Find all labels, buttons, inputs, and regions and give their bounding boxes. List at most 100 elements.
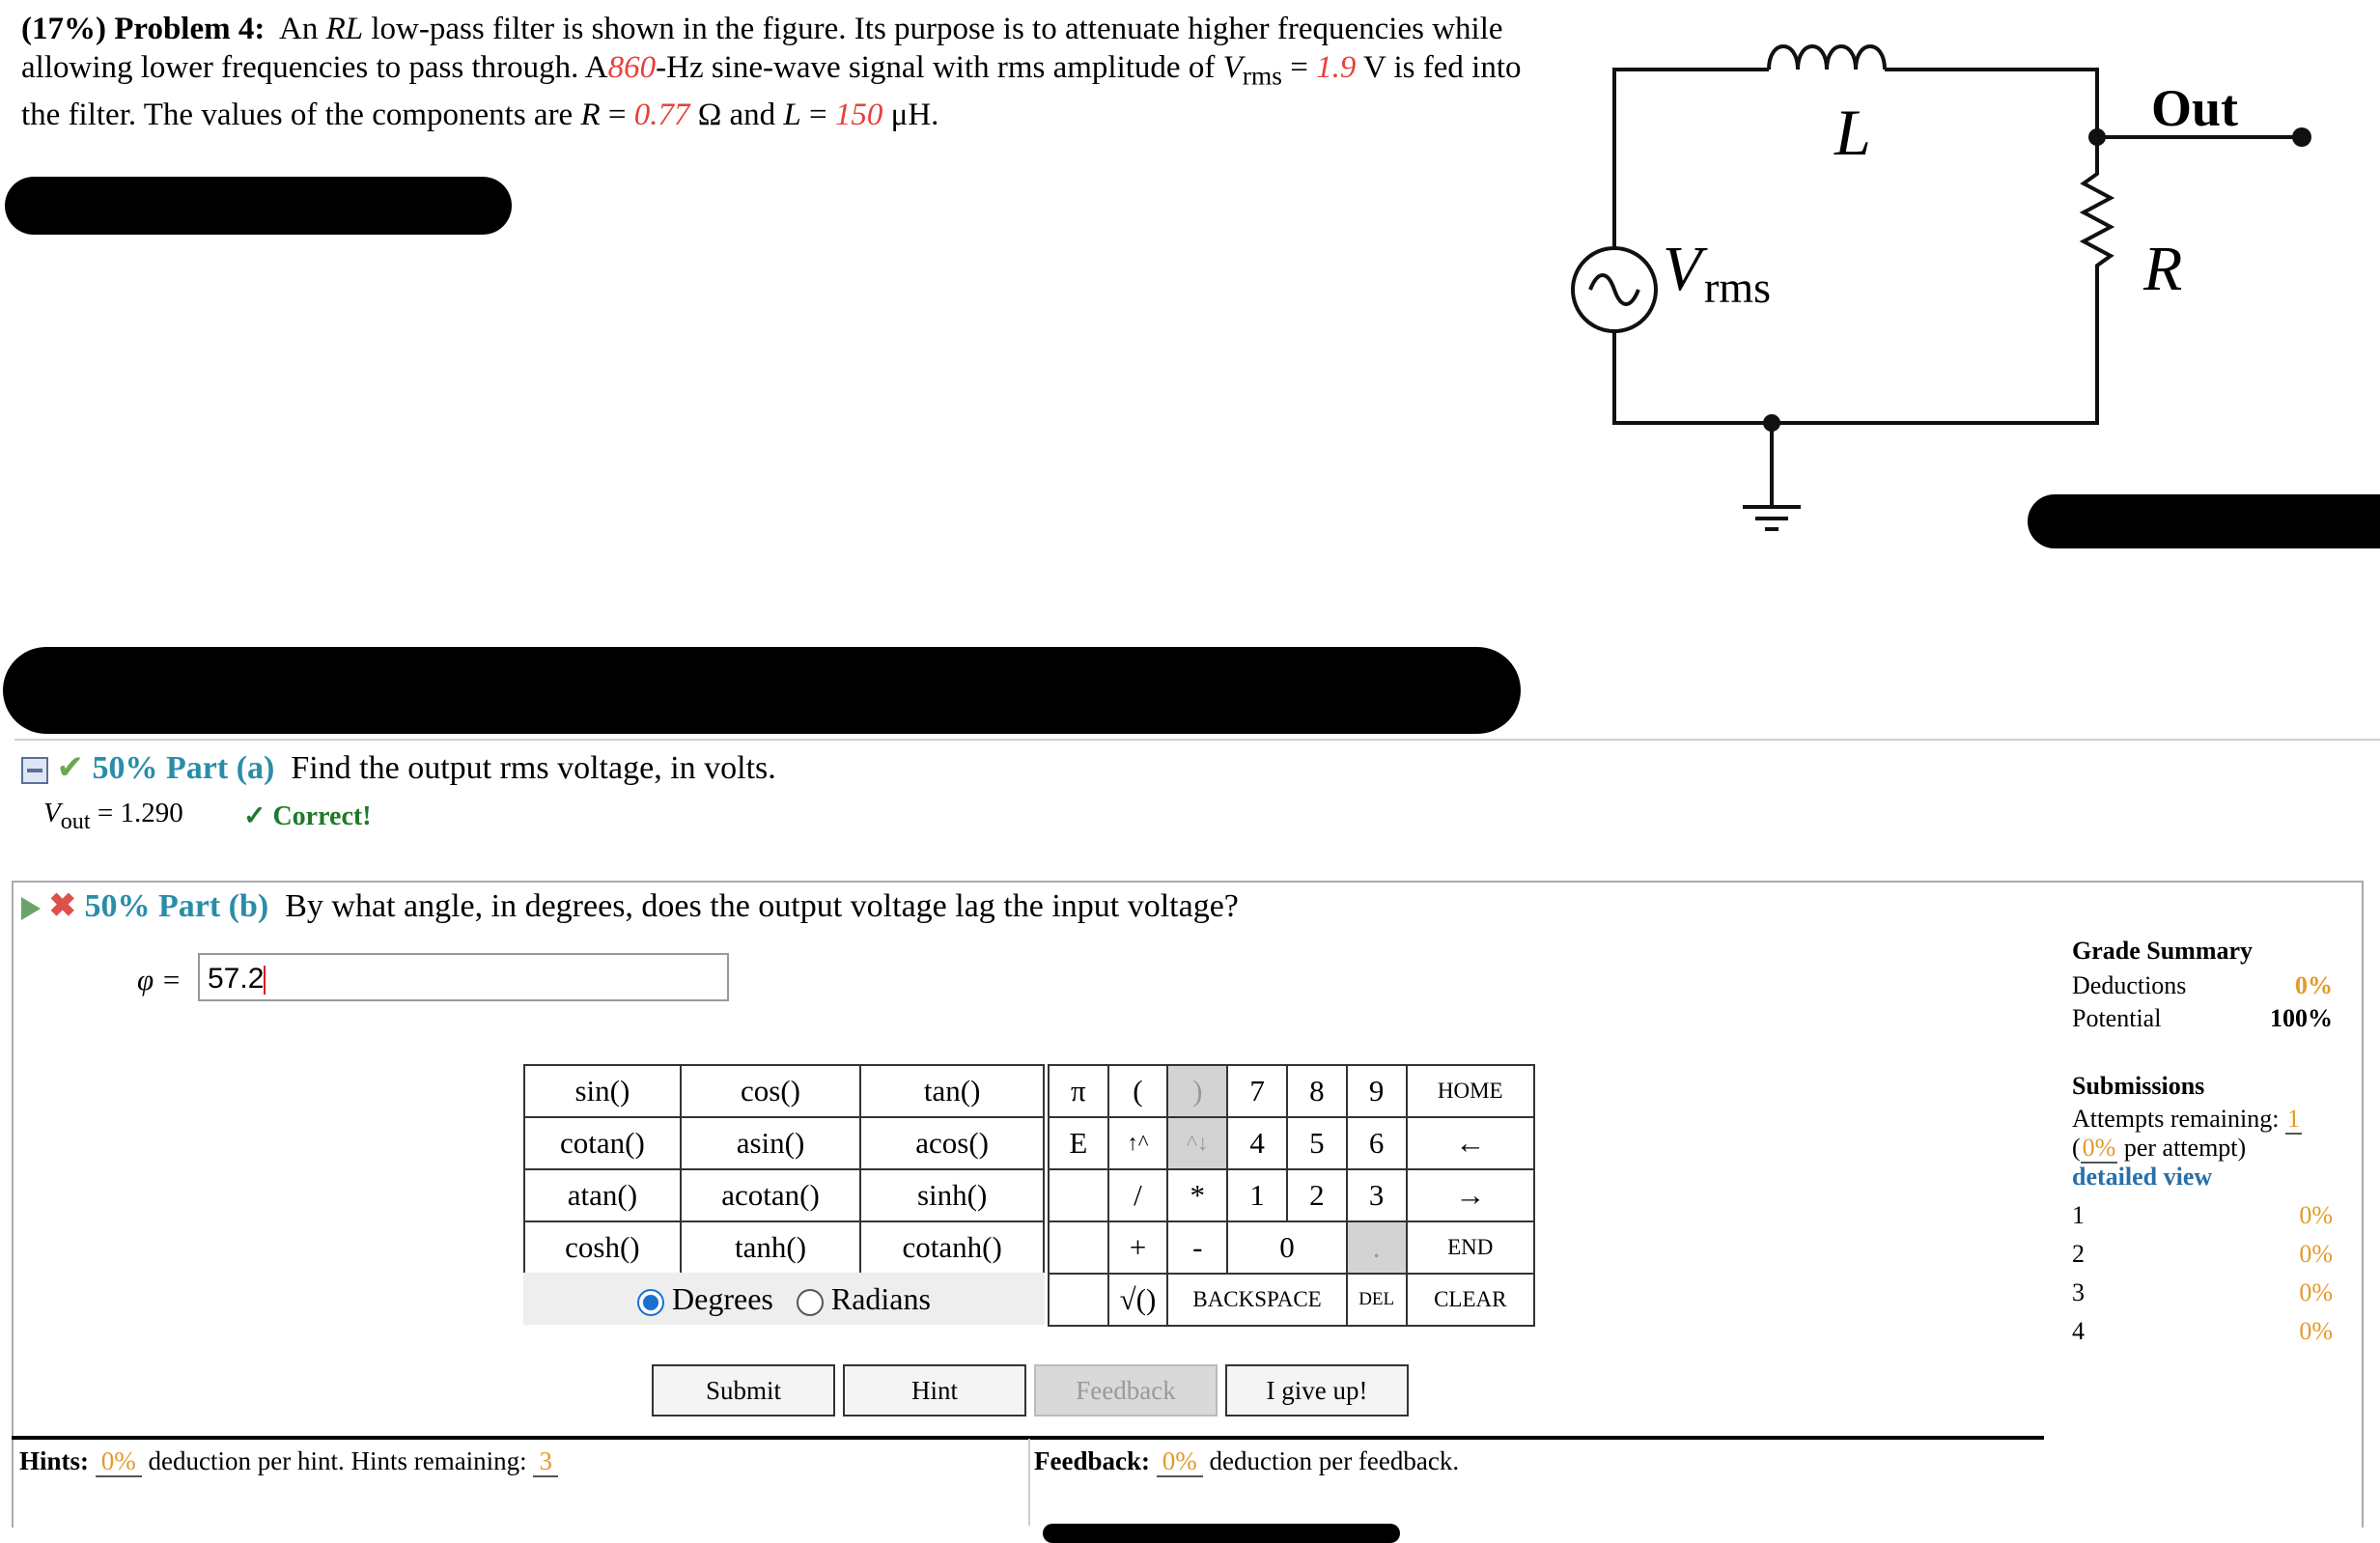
collapse-icon[interactable] (21, 757, 48, 785)
key-right[interactable]: → (1405, 1168, 1536, 1222)
key-9[interactable]: 9 (1345, 1064, 1408, 1118)
submission-row: 4 0% (2072, 1317, 2333, 1346)
submission-pct: 0% (2299, 1278, 2333, 1306)
problem-rl: RL (325, 12, 364, 46)
key-0[interactable]: 0 (1226, 1220, 1348, 1275)
key-end[interactable]: END (1405, 1220, 1536, 1275)
key-sin[interactable]: sin() (523, 1064, 682, 1118)
key-4[interactable]: 4 (1226, 1116, 1288, 1170)
key-sinh[interactable]: sinh() (859, 1168, 1045, 1222)
equals-sign: = (1290, 50, 1308, 85)
problem-statement: (17%) Problem 4: An RL low-pass filter i… (21, 12, 1522, 132)
key-blank-2 (1048, 1220, 1109, 1275)
expand-arrow-icon[interactable] (21, 897, 41, 921)
key-divide[interactable]: / (1106, 1168, 1169, 1222)
feedback-label: Feedback: (1034, 1446, 1150, 1475)
key-plus[interactable]: + (1106, 1220, 1169, 1275)
key-multiply[interactable]: * (1166, 1168, 1229, 1222)
key-7[interactable]: 7 (1226, 1064, 1288, 1118)
phi-label: φ = (137, 963, 182, 996)
problem-title: Problem 4: (114, 12, 266, 46)
hints-text: deduction per hint. Hints remaining: (148, 1446, 527, 1475)
key-acotan[interactable]: acotan() (679, 1168, 862, 1222)
key-pi[interactable]: π (1048, 1064, 1109, 1118)
redaction-mark-3 (3, 647, 1521, 734)
check-icon: ✔ (56, 750, 85, 786)
part-a-answer: Vout = 1.290 (43, 798, 183, 835)
key-left[interactable]: ← (1405, 1116, 1536, 1170)
submissions-panel: Submissions Attempts remaining: 1 (0% pe… (2072, 1072, 2333, 1346)
angle-mode-row: Degrees Radians (523, 1273, 1045, 1325)
part-a-question: Find the output rms voltage, in volts. (291, 750, 776, 786)
key-clear[interactable]: CLEAR (1405, 1273, 1536, 1327)
l-symbol: L (783, 97, 801, 132)
vrms-subscript: rms (1242, 60, 1282, 91)
key-backspace[interactable]: BACKSPACE (1166, 1273, 1348, 1327)
key-del[interactable]: DEL (1345, 1273, 1408, 1327)
key-atan[interactable]: atan() (523, 1168, 682, 1222)
key-5[interactable]: 5 (1285, 1116, 1348, 1170)
function-keypad: sin() cos() tan() cotan() asin() acos() … (523, 1064, 1045, 1275)
feedback-bar: Feedback: 0% deduction per feedback. (1034, 1446, 1459, 1477)
detailed-view-link[interactable]: detailed view (2072, 1163, 2333, 1192)
part-b-header: ✖ 50% Part (b) By what angle, in degrees… (21, 886, 1239, 925)
radians-radio[interactable] (796, 1288, 824, 1316)
key-rparen[interactable]: ) (1166, 1064, 1229, 1118)
submission-row: 2 0% (2072, 1240, 2333, 1269)
part-a-divider (14, 739, 2380, 741)
key-2[interactable]: 2 (1285, 1168, 1348, 1222)
key-asin[interactable]: asin() (679, 1116, 862, 1170)
numeric-keypad: π ( ) 7 8 9 HOME E ↑^ ^↓ 4 5 6 ← / * 1 2… (1048, 1064, 1536, 1327)
key-cotanh[interactable]: cotanh() (859, 1220, 1045, 1275)
key-1[interactable]: 1 (1226, 1168, 1288, 1222)
key-8[interactable]: 8 (1285, 1064, 1348, 1118)
per-attempt-text: per attempt) (2123, 1134, 2247, 1162)
inductor-label: L (1834, 96, 1871, 169)
key-lparen[interactable]: ( (1106, 1064, 1169, 1118)
hint-button[interactable]: Hint (843, 1364, 1026, 1417)
part-b-question: By what angle, in degrees, does the outp… (285, 888, 1239, 924)
key-cotan[interactable]: cotan() (523, 1116, 682, 1170)
grade-summary: Grade Summary Deductions 0% Potential 10… (2072, 937, 2333, 1033)
key-tan[interactable]: tan() (859, 1064, 1045, 1118)
submission-pct: 0% (2299, 1240, 2333, 1268)
key-home[interactable]: HOME (1405, 1064, 1536, 1118)
redaction-mark-1 (5, 177, 512, 235)
key-cos[interactable]: cos() (679, 1064, 862, 1118)
key-up[interactable]: ↑^ (1106, 1116, 1169, 1170)
key-3[interactable]: 3 (1345, 1168, 1408, 1222)
key-tanh[interactable]: tanh() (679, 1220, 862, 1275)
problem-text-3: -Hz sine-wave signal with rms amplitude … (656, 50, 1216, 85)
attempts-label: Attempts remaining: (2072, 1105, 2280, 1133)
submit-button[interactable]: Submit (652, 1364, 835, 1417)
radians-label: Radians (830, 1281, 931, 1316)
submission-number: 3 (2072, 1278, 2085, 1306)
part-a-header: ✔ 50% Part (a) Find the output rms volta… (21, 748, 776, 787)
key-acos[interactable]: acos() (859, 1116, 1045, 1170)
deductions-label: Deductions (2072, 971, 2187, 999)
degrees-radio[interactable] (637, 1288, 665, 1316)
key-dot[interactable]: . (1345, 1220, 1408, 1275)
hints-remaining: 3 (533, 1446, 558, 1477)
text-cursor (264, 966, 266, 996)
answer-input[interactable]: 57.2 (198, 953, 729, 1001)
give-up-button[interactable]: I give up! (1225, 1364, 1409, 1417)
potential-label: Potential (2072, 1004, 2162, 1032)
degrees-label: Degrees (672, 1281, 773, 1316)
hints-feedback-separator (1028, 1439, 1030, 1526)
key-sqrt[interactable]: √() (1106, 1273, 1169, 1327)
r-symbol: R (580, 97, 601, 132)
problem-text-6: μH. (890, 97, 939, 132)
key-6[interactable]: 6 (1345, 1116, 1408, 1170)
r-value: 0.77 (633, 97, 690, 132)
vrms-value: 1.9 (1316, 50, 1357, 85)
key-minus[interactable]: - (1166, 1220, 1229, 1275)
hints-bar: Hints: 0% deduction per hint. Hints rema… (19, 1446, 558, 1477)
key-e[interactable]: E (1048, 1116, 1109, 1170)
answer-sub: out (60, 807, 91, 834)
key-down[interactable]: ^↓ (1166, 1116, 1229, 1170)
feedback-button[interactable]: Feedback (1034, 1364, 1218, 1417)
deductions-value: 0% (2295, 971, 2333, 999)
hints-label: Hints: (19, 1446, 90, 1475)
key-cosh[interactable]: cosh() (523, 1220, 682, 1275)
